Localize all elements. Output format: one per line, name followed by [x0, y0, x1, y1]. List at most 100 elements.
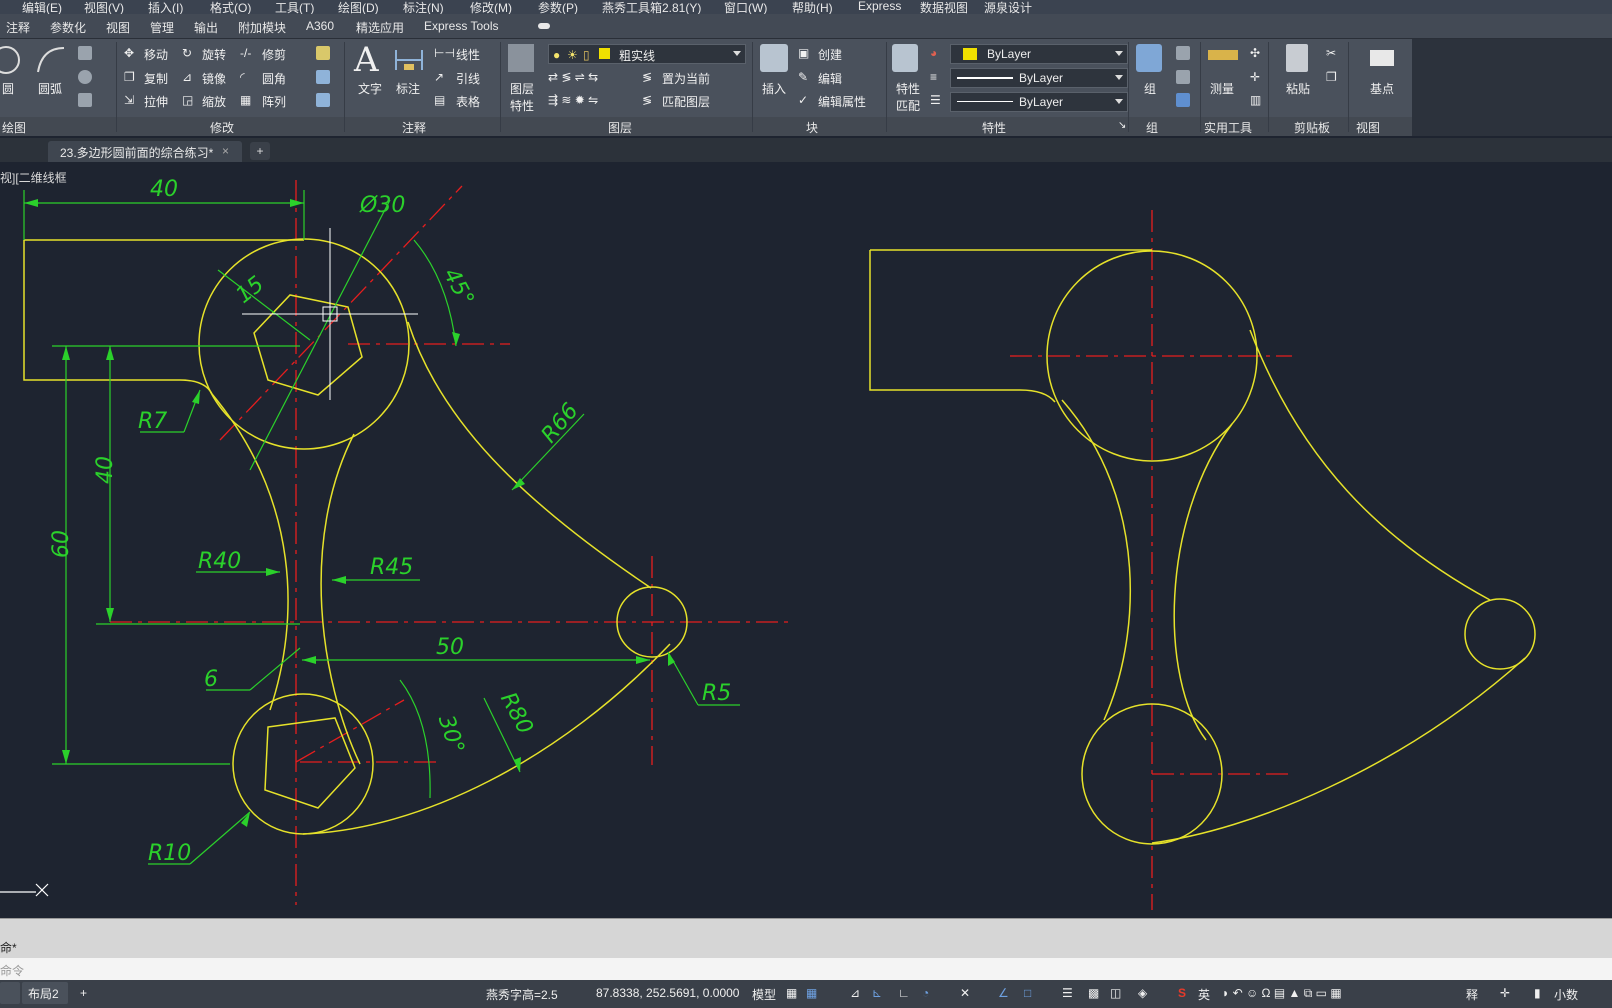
menu-express[interactable]: Express — [858, 0, 901, 13]
copy-button[interactable]: 复制 — [144, 70, 168, 87]
layer-state-icons[interactable]: ⇶ ≋ ✹ ⇋ — [548, 93, 598, 107]
ime-toolbar-icons[interactable]: ◗ ↶ ☺ Ω ▤ ▲ ⧉ ▭ ▦ — [1222, 986, 1342, 1001]
ortho-icon[interactable]: ∟ — [898, 986, 910, 1000]
text-tool-label[interactable]: 文字 — [358, 80, 382, 97]
paste-icon[interactable] — [1286, 44, 1308, 72]
tab-annotate[interactable]: 注释 — [6, 19, 30, 36]
annotation-scale-label[interactable]: 释 — [1466, 986, 1478, 1003]
3d-osnap-icon[interactable]: ◈ — [1138, 986, 1147, 1000]
panel-title-annotation[interactable]: 注释 — [402, 119, 426, 136]
circle-tool-label[interactable]: 圆 — [2, 80, 14, 97]
rotate-button[interactable]: 旋转 — [202, 46, 226, 63]
layer-properties-label-1[interactable]: 图层 — [510, 80, 534, 97]
panel-title-utilities[interactable]: 实用工具 — [1204, 119, 1252, 136]
hatch-tool-icon[interactable] — [78, 70, 92, 84]
object-snap-icon[interactable]: □ — [1024, 986, 1031, 1000]
linear-dim-button[interactable]: 线性 — [456, 46, 480, 63]
transparency-icon[interactable]: ▩ — [1088, 986, 1099, 1000]
infer-constraints-icon[interactable]: ⊿ — [850, 986, 860, 1000]
command-line-input[interactable]: 命令 — [0, 958, 1612, 980]
edit-attributes-button[interactable]: 编辑属性 — [818, 93, 866, 110]
layer-dropdown[interactable]: ● ☀ ▯ 粗实线 — [548, 44, 746, 64]
tab-featured[interactable]: 精选应用 — [356, 19, 404, 36]
customize-icon[interactable]: ▮ — [1534, 986, 1541, 1000]
scale-button[interactable]: 缩放 — [202, 93, 226, 110]
match-layer-button[interactable]: 匹配图层 — [662, 93, 710, 110]
panel-title-groups[interactable]: 组 — [1146, 119, 1158, 136]
layer-tools-icons[interactable]: ⇄ ≶ ⇌ ⇆ — [548, 70, 598, 84]
tab-manage[interactable]: 管理 — [150, 19, 174, 36]
new-tab-button[interactable]: + — [250, 142, 270, 160]
fillet-button[interactable]: 圆角 — [262, 70, 286, 87]
color-dropdown[interactable]: ByLayer — [950, 44, 1128, 64]
set-current-button[interactable]: 置为当前 — [662, 70, 710, 87]
edit-block-button[interactable]: 编辑 — [818, 70, 842, 87]
linetype-dropdown[interactable]: ByLayer — [950, 68, 1128, 88]
mirror-button[interactable]: 镜像 — [202, 70, 226, 87]
tab-output[interactable]: 输出 — [194, 19, 218, 36]
group-edit-icon[interactable] — [1176, 70, 1190, 84]
model-space-button[interactable]: 模型 — [752, 986, 776, 1003]
add-layout-button[interactable]: + — [80, 986, 87, 1000]
dimension-tool-label[interactable]: 标注 — [396, 80, 420, 97]
document-tab[interactable]: 23.多边形圆前面的综合练习* × — [48, 141, 242, 162]
rectangle-tool-icon[interactable] — [78, 46, 92, 60]
lineweight-toggle-icon[interactable]: ☰ — [1062, 986, 1073, 1000]
ribbon-toggle-icon[interactable] — [538, 23, 550, 29]
group-label[interactable]: 组 — [1144, 80, 1156, 97]
panel-title-modify[interactable]: 修改 — [210, 119, 234, 136]
arc-tool-icon[interactable] — [34, 44, 68, 76]
explode-icon[interactable] — [316, 70, 330, 84]
array-button[interactable]: 阵列 — [262, 93, 286, 110]
panel-title-properties[interactable]: 特性 — [982, 119, 1006, 136]
ime-language-label[interactable]: 英 — [1198, 986, 1210, 1003]
point-icon[interactable]: ✛ — [1250, 70, 1260, 84]
panel-title-view[interactable]: 视图 — [1356, 119, 1380, 136]
layer-properties-label-2[interactable]: 特性 — [510, 97, 534, 114]
snap-icon[interactable]: ▦ — [806, 986, 817, 1000]
sogou-ime-icon[interactable]: S — [1178, 986, 1186, 1000]
layout1-tab[interactable] — [0, 982, 20, 1004]
leader-button[interactable]: 引线 — [456, 70, 480, 87]
tab-addins[interactable]: 附加模块 — [238, 19, 286, 36]
move-button[interactable]: 移动 — [144, 46, 168, 63]
create-block-button[interactable]: 创建 — [818, 46, 842, 63]
group-select-icon[interactable] — [1176, 93, 1190, 107]
match-properties-label-2[interactable]: 匹配 — [896, 97, 920, 114]
quick-select-icon[interactable]: ✣ — [1250, 46, 1260, 60]
measure-icon[interactable] — [1208, 50, 1238, 60]
grid-icon[interactable]: ▦ — [786, 986, 797, 1000]
match-properties-icon[interactable] — [892, 44, 918, 72]
trim-button[interactable]: 修剪 — [262, 46, 286, 63]
isodraft-icon[interactable]: ✕ — [960, 986, 970, 1000]
units-decimal-label[interactable]: 小数 — [1554, 986, 1578, 1003]
tab-parametric[interactable]: 参数化 — [50, 19, 86, 36]
insert-block-label[interactable]: 插入 — [762, 80, 786, 97]
match-properties-label-1[interactable]: 特性 — [896, 80, 920, 97]
tab-view[interactable]: 视图 — [106, 19, 130, 36]
base-view-icon[interactable] — [1370, 50, 1394, 66]
tab-express-tools[interactable]: Express Tools — [424, 19, 498, 33]
ungroup-icon[interactable] — [1176, 46, 1190, 60]
selection-cycling-icon[interactable]: ◫ — [1110, 986, 1121, 1000]
tab-a360[interactable]: A360 — [306, 19, 334, 33]
stretch-button[interactable]: 拉伸 — [144, 93, 168, 110]
object-snap-tracking-icon[interactable]: ∠ — [998, 986, 1009, 1000]
copy-clip-icon[interactable]: ❐ — [1326, 70, 1337, 84]
workspace-icon[interactable]: ✛ — [1500, 986, 1510, 1000]
offset-icon[interactable] — [316, 93, 330, 107]
region-tool-icon[interactable] — [78, 93, 92, 107]
polar-tracking-icon[interactable]: ◔ — [922, 986, 929, 1000]
text-tool-icon[interactable]: A — [354, 40, 379, 80]
layer-properties-icon[interactable] — [508, 44, 534, 72]
group-icon[interactable] — [1136, 44, 1162, 72]
panel-launcher-icon[interactable]: ↘ — [1118, 120, 1126, 131]
arc-tool-label[interactable]: 圆弧 — [38, 80, 62, 97]
insert-block-icon[interactable] — [760, 44, 788, 72]
panel-title-draw[interactable]: 绘图 — [2, 119, 26, 136]
panel-title-clipboard[interactable]: 剪贴板 — [1294, 119, 1330, 136]
dynamic-input-icon[interactable]: ⊾ — [872, 986, 882, 1000]
calculator-icon[interactable]: ▥ — [1250, 93, 1261, 107]
paste-label[interactable]: 粘贴 — [1286, 80, 1310, 97]
panel-title-block[interactable]: 块 — [806, 119, 818, 136]
